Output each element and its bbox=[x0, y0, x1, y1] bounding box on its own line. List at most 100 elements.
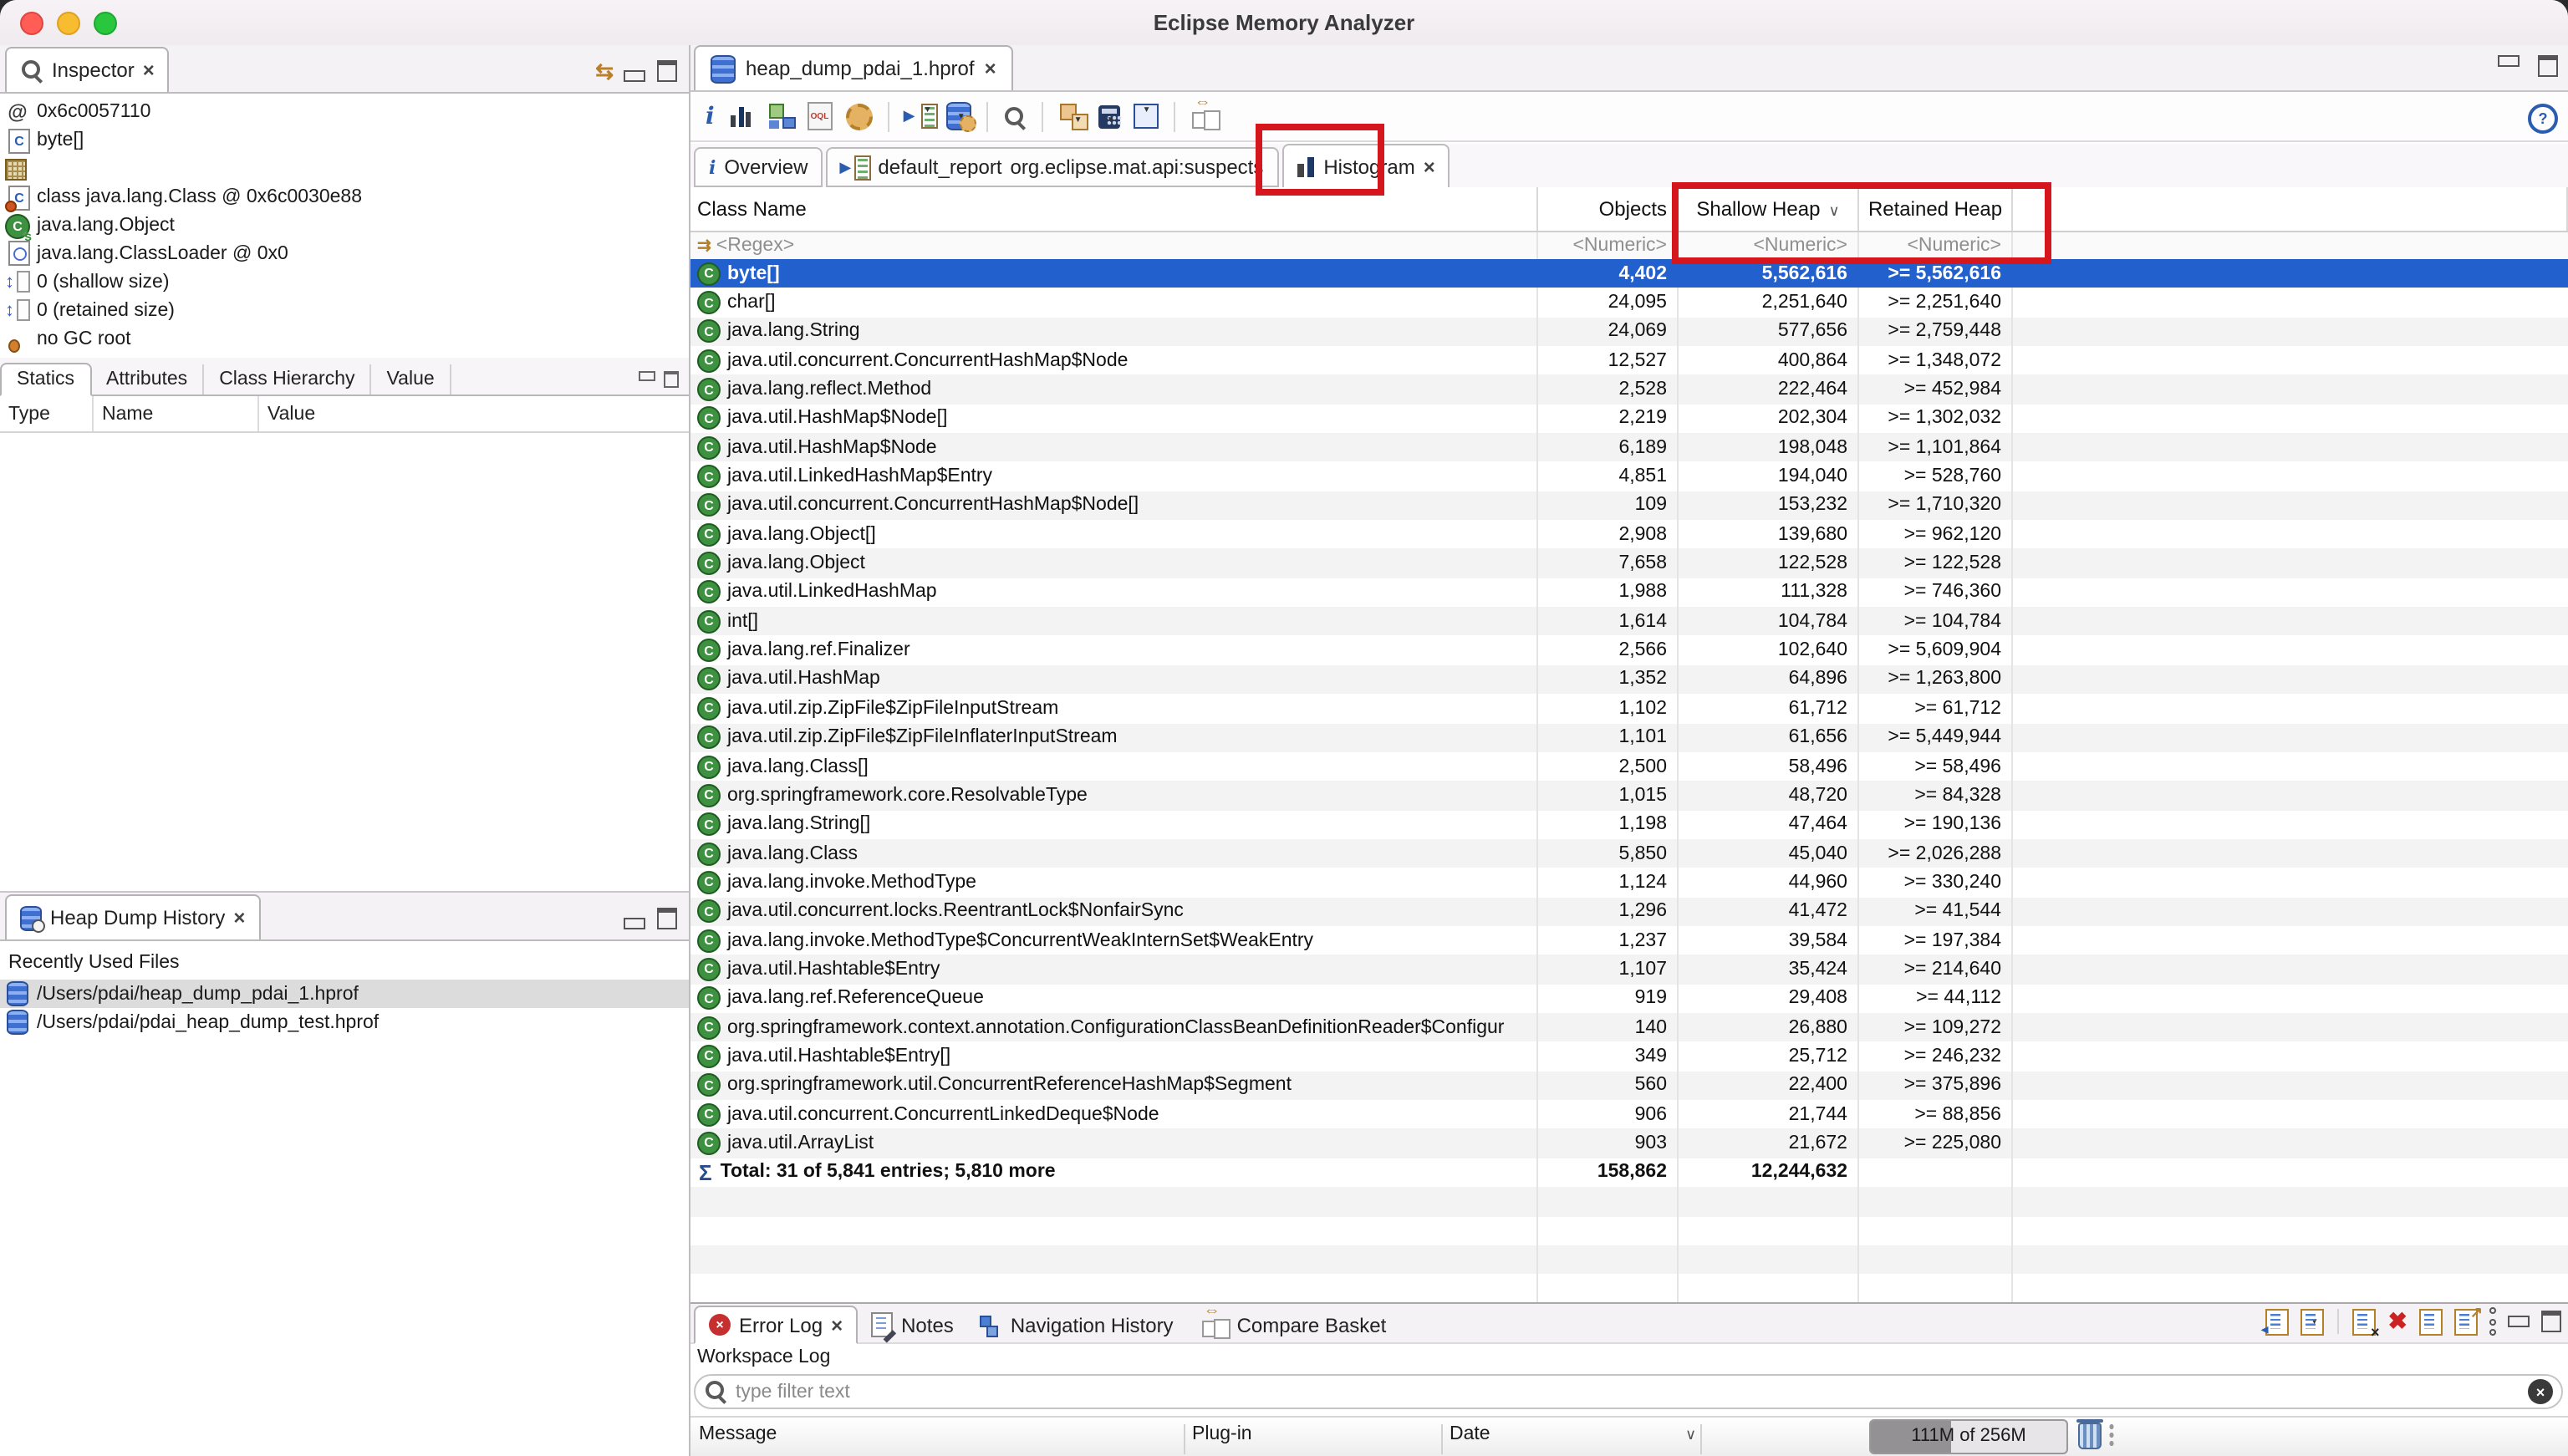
help-button[interactable] bbox=[2528, 102, 2558, 134]
column-type[interactable]: Type bbox=[0, 396, 94, 431]
overview-info-icon[interactable] bbox=[706, 103, 715, 130]
histogram-row[interactable]: java.util.concurrent.ConcurrentHashMap$N… bbox=[690, 491, 2568, 521]
drag-handle[interactable] bbox=[2108, 1423, 2115, 1448]
export-log-icon[interactable] bbox=[2454, 1308, 2478, 1335]
histogram-row[interactable]: org.springframework.context.annotation.C… bbox=[690, 1013, 2568, 1042]
link-with-editor-icon[interactable] bbox=[595, 59, 614, 85]
histogram-row[interactable]: java.lang.String24,069577,656>= 2,759,44… bbox=[690, 317, 2568, 346]
clear-log-icon[interactable] bbox=[2353, 1308, 2377, 1335]
import-log-icon[interactable] bbox=[2266, 1308, 2290, 1335]
histogram-row[interactable]: java.util.zip.ZipFile$ZipFileInputStream… bbox=[690, 694, 2568, 723]
inspector-item[interactable] bbox=[0, 155, 689, 184]
column-date[interactable]: Date bbox=[1450, 1424, 1490, 1444]
tab-statics[interactable]: Statics bbox=[0, 363, 91, 396]
inspector-item[interactable]: java.lang.ClassLoader @ 0x0 bbox=[0, 240, 689, 268]
clear-filter-icon[interactable] bbox=[2528, 1379, 2553, 1404]
dominator-tree-icon[interactable] bbox=[768, 104, 795, 129]
inspector-item[interactable]: 0 (retained size) bbox=[0, 296, 689, 324]
oql-icon[interactable] bbox=[808, 102, 833, 130]
histogram-row[interactable]: java.util.concurrent.ConcurrentHashMap$N… bbox=[690, 346, 2568, 375]
close-icon[interactable] bbox=[143, 59, 155, 82]
minimize-icon[interactable] bbox=[624, 918, 645, 929]
tab-default-report[interactable]: default_report org.eclipse.mat.api:suspe… bbox=[826, 147, 1278, 187]
filter-input[interactable] bbox=[694, 1374, 2563, 1409]
maximize-icon[interactable] bbox=[2538, 55, 2558, 77]
histogram-row[interactable]: int[]1,614104,784>= 104,784 bbox=[690, 607, 2568, 636]
group-by-package-icon[interactable] bbox=[1059, 104, 1086, 129]
histogram-row[interactable]: byte[]4,4025,562,616>= 5,562,616 bbox=[690, 259, 2568, 288]
histogram-row[interactable]: java.util.HashMap$Node6,189198,048>= 1,1… bbox=[690, 433, 2568, 462]
histogram-row[interactable]: java.lang.Class[]2,50058,496>= 58,496 bbox=[690, 752, 2568, 781]
tab-value[interactable]: Value bbox=[372, 364, 451, 395]
histogram-row[interactable]: java.lang.invoke.MethodType$ConcurrentWe… bbox=[690, 926, 2568, 955]
tab-navigation-history[interactable]: Navigation History bbox=[967, 1307, 1187, 1342]
editor-tab-heap-dump[interactable]: heap_dump_pdai_1.hprof bbox=[694, 45, 1013, 90]
filter-row[interactable]: <Regex> <Numeric> <Numeric> <Numeric> bbox=[690, 232, 2568, 259]
compare-icon[interactable] bbox=[1191, 104, 1220, 129]
histogram-row[interactable]: java.lang.String[]1,19847,464>= 190,136 bbox=[690, 810, 2568, 839]
column-value[interactable]: Value bbox=[259, 396, 689, 431]
histogram-row[interactable]: org.springframework.util.ConcurrentRefer… bbox=[690, 1071, 2568, 1100]
histogram-row[interactable]: java.util.HashMap$Node[]2,219202,304>= 1… bbox=[690, 404, 2568, 433]
minimize-icon[interactable] bbox=[2498, 55, 2520, 67]
histogram-row[interactable]: java.util.concurrent.ConcurrentLinkedDeq… bbox=[690, 1100, 2568, 1129]
histogram-row[interactable]: java.util.LinkedHashMap$Entry4,851194,04… bbox=[690, 462, 2568, 491]
maximize-icon[interactable] bbox=[2541, 1311, 2561, 1332]
inspector-item[interactable]: no GC root bbox=[0, 324, 689, 353]
column-plugin[interactable]: Plug-in bbox=[1192, 1424, 1252, 1444]
histogram-row[interactable]: java.lang.reflect.Method2,528222,464>= 4… bbox=[690, 375, 2568, 405]
minimize-icon[interactable] bbox=[639, 371, 655, 381]
histogram-row[interactable]: char[]24,0952,251,640>= 2,251,640 bbox=[690, 288, 2568, 318]
inspector-item[interactable]: class java.lang.Class @ 0x6c0030e88 bbox=[0, 183, 689, 211]
recent-file-item[interactable]: /Users/pdai/heap_dump_pdai_1.hprof bbox=[0, 980, 689, 1008]
open-log-icon[interactable] bbox=[2419, 1308, 2443, 1335]
tab-class-hierarchy[interactable]: Class Hierarchy bbox=[204, 364, 371, 395]
thread-overview-icon[interactable] bbox=[847, 103, 874, 130]
export-icon[interactable] bbox=[1134, 104, 1159, 129]
run-garbage-collector-icon[interactable] bbox=[2078, 1423, 2102, 1449]
maximize-icon[interactable] bbox=[657, 60, 677, 82]
histogram-row[interactable]: java.lang.Object7,658122,528>= 122,528 bbox=[690, 549, 2568, 578]
run-expert-report-icon[interactable] bbox=[905, 104, 934, 129]
histogram-row[interactable]: java.lang.invoke.MethodType1,12444,960>=… bbox=[690, 868, 2568, 897]
histogram-icon[interactable] bbox=[728, 104, 755, 128]
histogram-row[interactable]: java.util.Hashtable$Entry1,10735,424>= 2… bbox=[690, 955, 2568, 985]
close-icon[interactable] bbox=[1424, 155, 1435, 178]
tab-notes[interactable]: Notes bbox=[858, 1307, 967, 1342]
histogram-row[interactable]: java.util.HashMap1,35264,896>= 1,263,800 bbox=[690, 665, 2568, 695]
tab-histogram[interactable]: Histogram bbox=[1281, 144, 1450, 189]
minimize-icon[interactable] bbox=[2508, 1316, 2530, 1327]
inspector-view-tab[interactable]: Inspector bbox=[5, 47, 170, 92]
open-log-dropdown-icon[interactable] bbox=[2301, 1308, 2325, 1335]
column-retained-heap[interactable]: Retained Heap bbox=[1859, 187, 2013, 231]
histogram-row[interactable]: java.lang.Object[]2,908139,680>= 962,120 bbox=[690, 520, 2568, 549]
column-message[interactable]: Message bbox=[699, 1424, 777, 1444]
tab-overview[interactable]: Overview bbox=[694, 147, 823, 187]
tab-error-log[interactable]: Error Log bbox=[694, 1306, 858, 1344]
heap-dump-history-view-tab[interactable]: Heap Dump History bbox=[5, 894, 260, 939]
histogram-row[interactable]: java.util.LinkedHashMap1,988111,328>= 74… bbox=[690, 578, 2568, 608]
column-class-name[interactable]: Class Name bbox=[690, 187, 1538, 231]
view-menu-icon[interactable] bbox=[2489, 1307, 2496, 1336]
close-icon[interactable] bbox=[831, 1313, 843, 1336]
close-icon[interactable] bbox=[233, 906, 245, 929]
tab-compare-basket[interactable]: Compare Basket bbox=[1187, 1307, 1400, 1342]
close-icon[interactable] bbox=[985, 57, 996, 80]
maximize-icon[interactable] bbox=[657, 908, 677, 929]
heap-status-widget[interactable]: 111M of 256M bbox=[1869, 1419, 2068, 1454]
inspector-item[interactable]: java.lang.Object bbox=[0, 211, 689, 240]
histogram-row[interactable]: java.util.Hashtable$Entry[]34925,712>= 2… bbox=[690, 1042, 2568, 1072]
column-name[interactable]: Name bbox=[94, 396, 259, 431]
minimize-icon[interactable] bbox=[624, 70, 645, 82]
histogram-row[interactable]: java.lang.ref.ReferenceQueue91929,408>= … bbox=[690, 984, 2568, 1013]
histogram-row[interactable]: java.lang.Class5,85045,040>= 2,026,288 bbox=[690, 839, 2568, 868]
recent-file-item[interactable]: /Users/pdai/pdai_heap_dump_test.hprof bbox=[0, 1008, 689, 1036]
inspector-item[interactable]: 0x6c0057110 bbox=[0, 99, 689, 127]
inspector-item[interactable]: byte[] bbox=[0, 127, 689, 155]
query-browser-icon[interactable] bbox=[1004, 104, 1027, 128]
column-objects[interactable]: Objects bbox=[1538, 187, 1679, 231]
tab-attributes[interactable]: Attributes bbox=[91, 364, 204, 395]
maximize-icon[interactable] bbox=[664, 371, 679, 388]
histogram-row[interactable]: java.util.concurrent.locks.ReentrantLock… bbox=[690, 897, 2568, 926]
histogram-row[interactable]: org.springframework.core.ResolvableType1… bbox=[690, 781, 2568, 810]
